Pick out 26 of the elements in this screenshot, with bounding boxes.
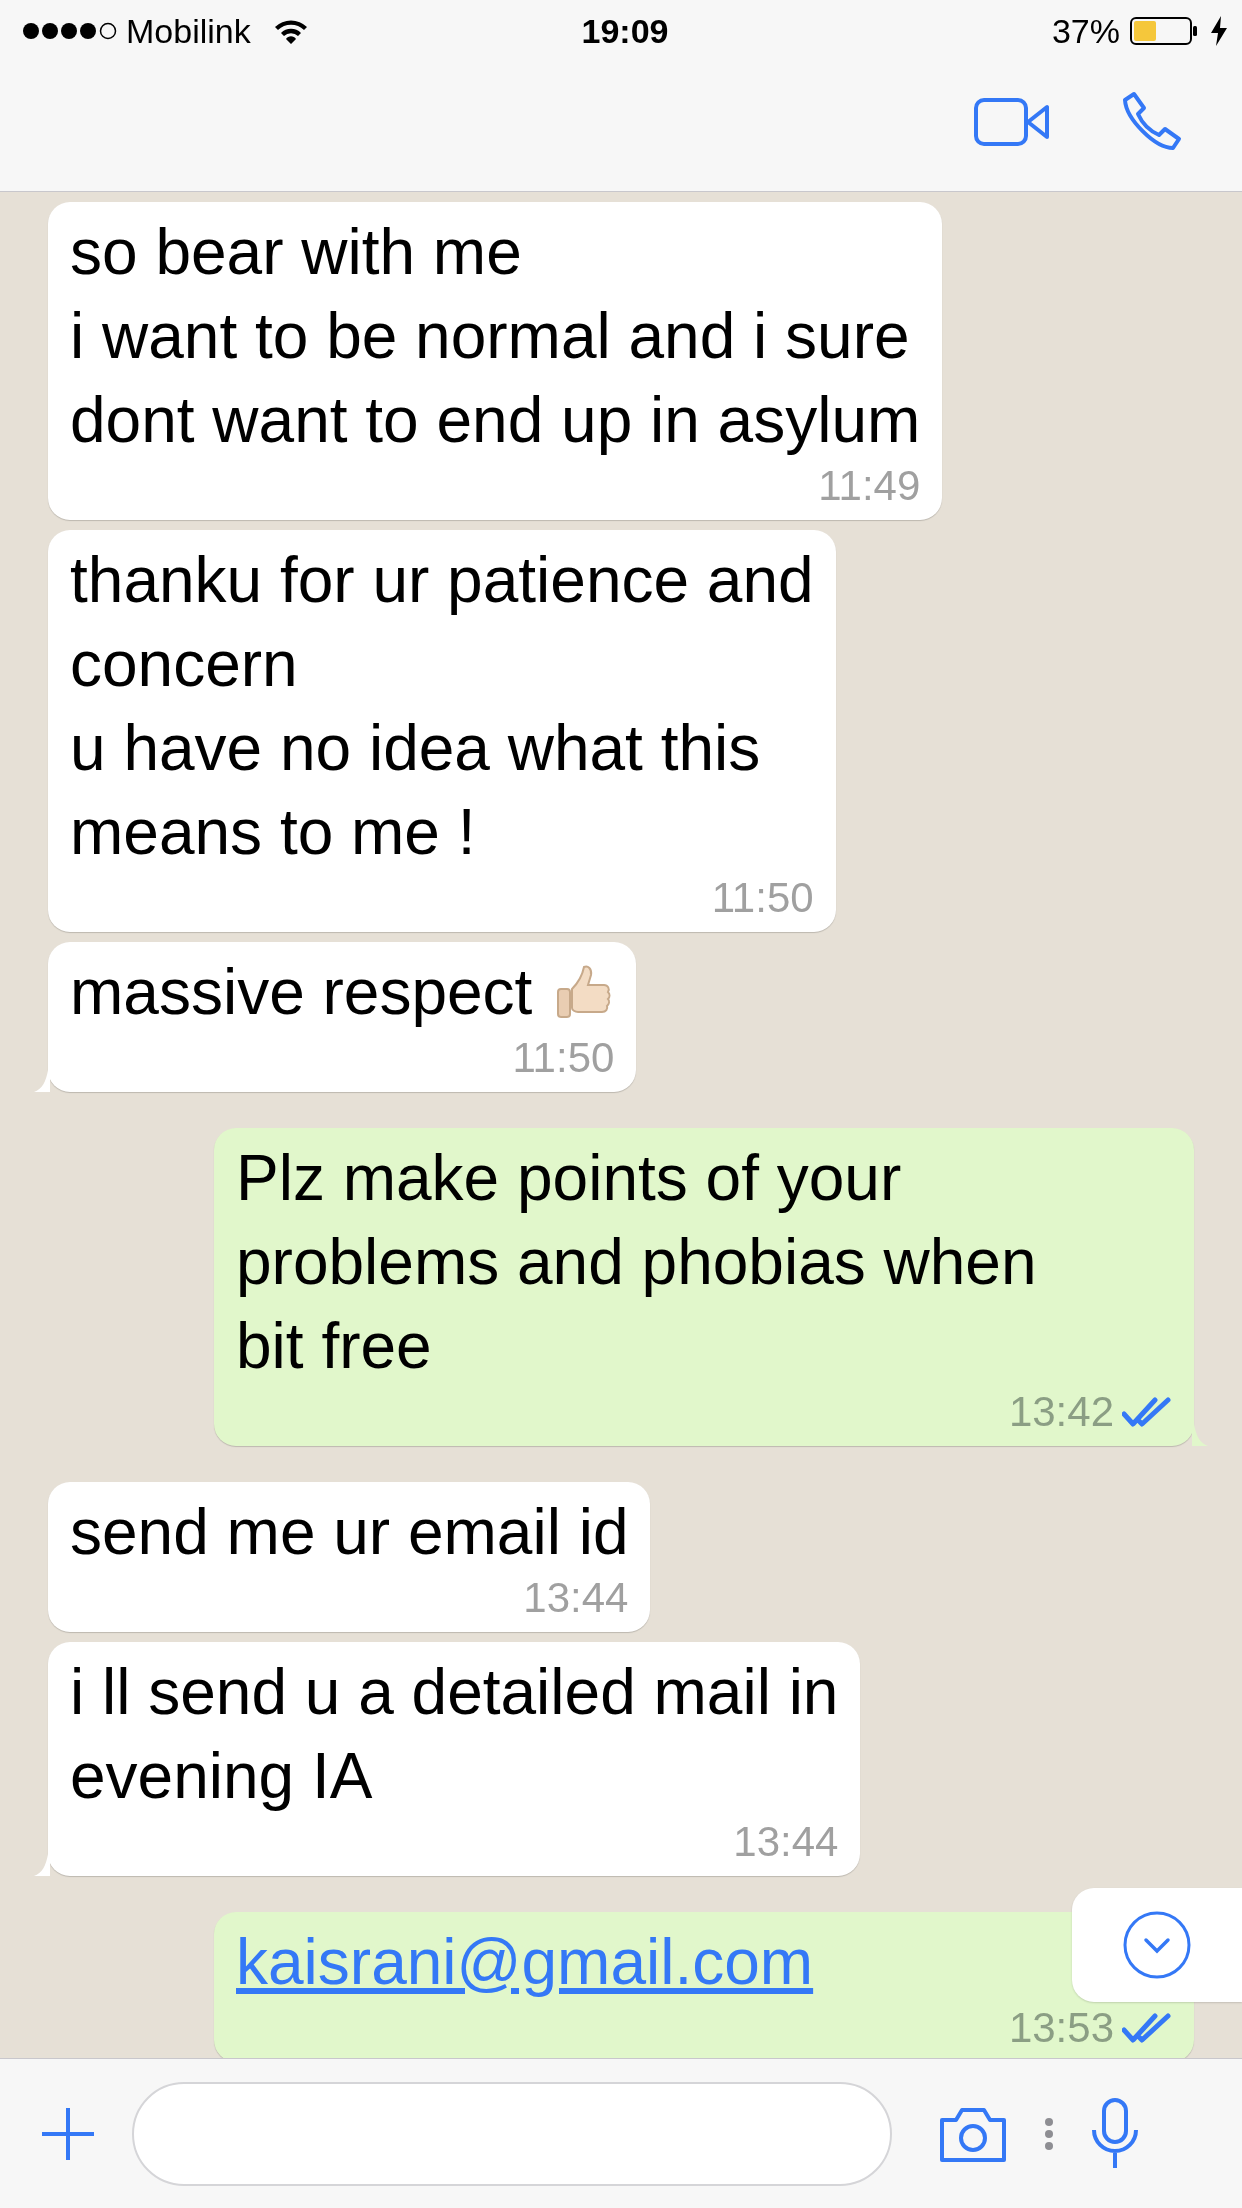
email-link[interactable]: kaisrani@gmail.com	[236, 1920, 814, 2004]
signal-icon	[22, 21, 118, 41]
carrier-name: Mobilink	[126, 11, 251, 51]
microphone-icon[interactable]	[1090, 2097, 1140, 2170]
plus-icon[interactable]	[40, 2105, 96, 2162]
scroll-down-button[interactable]	[1072, 1888, 1242, 2002]
battery-icon	[1130, 16, 1200, 46]
message-time: 13:44	[733, 1817, 839, 1867]
message-time: 13:42	[1008, 1387, 1114, 1437]
message-time: 11:50	[512, 1033, 615, 1083]
video-call-icon[interactable]	[974, 97, 1050, 146]
message-text: thanku for ur patience and concern u have no idea what this means to me !	[70, 543, 814, 870]
message-text: so bear with me i want to be normal and i sure dont want to end up in asylum	[70, 215, 921, 458]
more-dots-icon[interactable]	[1044, 2116, 1054, 2151]
message-time: 13:44	[523, 1573, 629, 1623]
battery-percent: 37%	[1051, 11, 1120, 51]
message-time: 11:50	[711, 873, 814, 923]
message-text: send me ur email id	[70, 1495, 629, 1570]
clock-time: 19:09	[581, 11, 669, 51]
message-time: 11:49	[818, 461, 921, 511]
message-text: Plz make points of your problems and phobias when bit free	[236, 1141, 1037, 1384]
message-text: i ll send u a detailed mail in evening IA	[70, 1655, 839, 1814]
charging-bolt-icon	[1210, 16, 1228, 46]
chevron-down-icon	[1122, 1910, 1192, 1980]
message-text: massive respect	[70, 955, 533, 1030]
message-time: 13:53	[1008, 2003, 1114, 2053]
